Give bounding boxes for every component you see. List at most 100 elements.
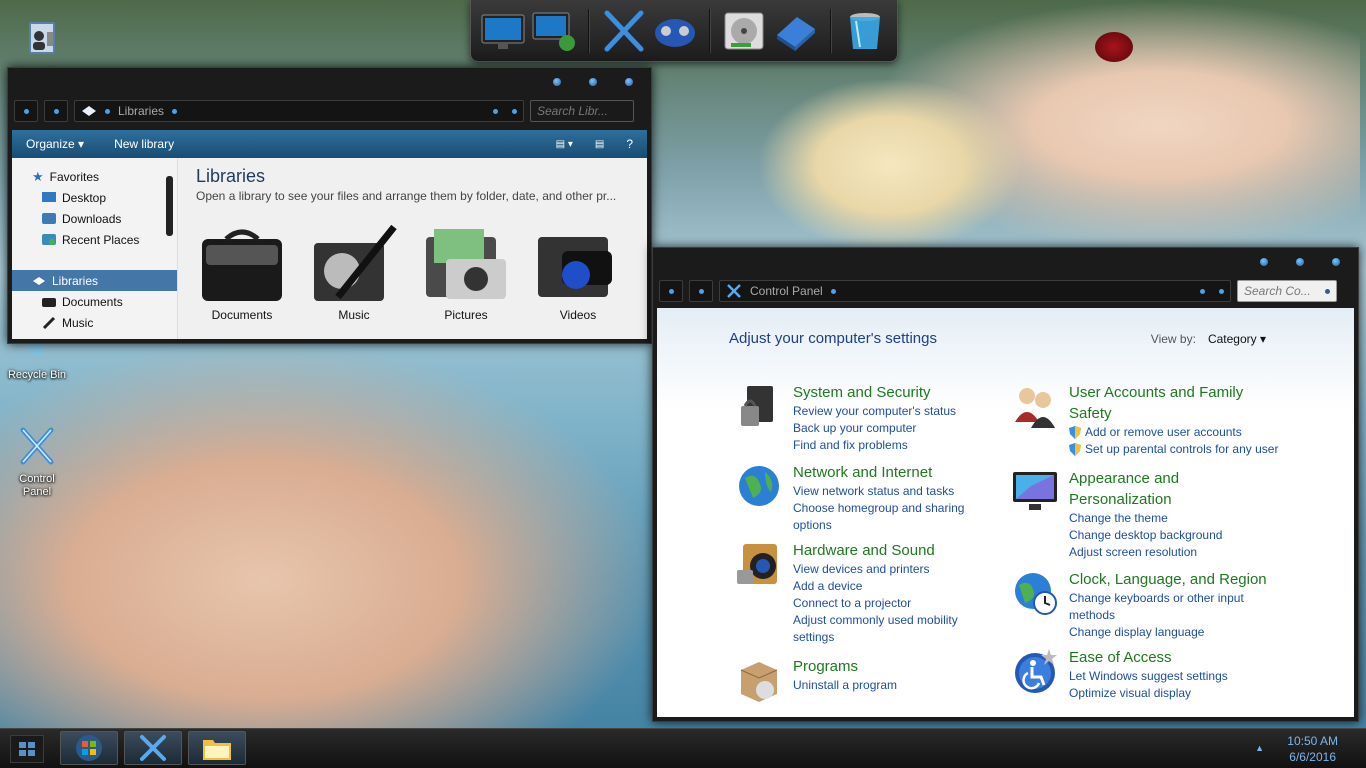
address-bar[interactable]: Control Panel xyxy=(719,280,1231,302)
link-change-theme[interactable]: Change the theme xyxy=(1069,510,1222,527)
nav-favorites[interactable]: ★ Favorites xyxy=(12,166,177,187)
close-button[interactable] xyxy=(621,74,637,90)
category-title[interactable]: System and Security xyxy=(793,382,956,403)
refresh-icon[interactable] xyxy=(1219,288,1224,294)
link-mobility[interactable]: Adjust commonly used mobility xyxy=(793,612,958,629)
link-homegroup-cont[interactable]: options xyxy=(793,517,964,534)
dock-separator xyxy=(829,8,832,53)
maximize-button[interactable] xyxy=(1292,254,1308,270)
history-dropdown-icon[interactable] xyxy=(493,108,498,114)
view-options-icon[interactable]: ▤ ▾ xyxy=(556,139,573,150)
nav-documents[interactable]: Documents xyxy=(12,291,177,312)
category-title[interactable]: User Accounts and Family Safety xyxy=(1069,382,1278,424)
link-uninstall[interactable]: Uninstall a program xyxy=(793,677,897,694)
search-input[interactable]: Search Co... xyxy=(1237,280,1337,302)
link-mobility-cont[interactable]: settings xyxy=(793,629,958,646)
address-bar[interactable]: Libraries xyxy=(74,100,524,122)
refresh-icon[interactable] xyxy=(512,108,517,114)
taskbar-start-orb[interactable] xyxy=(60,731,118,765)
search-placeholder: Search Co... xyxy=(1244,284,1311,298)
caption-buttons xyxy=(1256,254,1344,270)
dock-separator xyxy=(587,8,590,53)
desktop-icon-label: Control Panel xyxy=(19,473,55,498)
category-title[interactable]: Hardware and Sound xyxy=(793,540,958,561)
library-videos[interactable]: Videos xyxy=(532,221,624,322)
breadcrumb-arrow-icon[interactable] xyxy=(172,108,178,114)
link-add-device[interactable]: Add a device xyxy=(793,578,958,595)
taskbar-control-panel[interactable] xyxy=(124,731,182,765)
view-by-dropdown[interactable]: Category ▾ xyxy=(1208,332,1266,346)
link-homegroup[interactable]: Choose homegroup and sharing xyxy=(793,500,964,517)
link-fix-problems[interactable]: Find and fix problems xyxy=(793,437,956,454)
caption-buttons xyxy=(549,74,637,90)
organize-button[interactable]: Organize ▾ xyxy=(26,137,84,151)
link-desktop-background[interactable]: Change desktop background xyxy=(1069,527,1222,544)
category-title[interactable]: Programs xyxy=(793,656,897,677)
breadcrumb[interactable]: Libraries xyxy=(118,104,164,118)
link-review-status[interactable]: Review your computer's status xyxy=(793,403,956,420)
library-music[interactable]: Music xyxy=(308,221,400,322)
page-title: Libraries xyxy=(196,166,266,186)
library-documents[interactable]: Documents xyxy=(196,221,288,322)
category-title[interactable]: Ease of Access xyxy=(1069,647,1228,668)
breadcrumb[interactable]: Control Panel xyxy=(750,284,823,298)
back-button[interactable] xyxy=(14,100,38,122)
link-devices-printers[interactable]: View devices and printers xyxy=(793,561,958,578)
maximize-button[interactable] xyxy=(585,74,601,90)
history-dropdown-icon[interactable] xyxy=(1200,288,1205,294)
dock-gamepad[interactable] xyxy=(651,6,698,56)
category-user-accounts: User Accounts and Family Safety Add or r… xyxy=(1011,382,1278,458)
dock-computer[interactable] xyxy=(479,6,526,56)
link-change-keyboards-cont[interactable]: methods xyxy=(1069,607,1267,624)
search-icon[interactable] xyxy=(1325,288,1330,294)
nav-desktop[interactable]: Desktop xyxy=(12,187,177,208)
link-parental-controls[interactable]: Set up parental controls for any user xyxy=(1069,441,1278,458)
category-hardware-sound: Hardware and Sound View devices and prin… xyxy=(735,540,958,646)
breadcrumb-arrow-icon[interactable] xyxy=(830,288,836,294)
dock-network[interactable] xyxy=(530,6,577,56)
windows-logo-icon xyxy=(19,742,35,756)
link-screen-resolution[interactable]: Adjust screen resolution xyxy=(1069,544,1222,561)
link-projector[interactable]: Connect to a projector xyxy=(793,595,958,612)
help-button[interactable]: ? xyxy=(626,137,633,151)
back-button[interactable] xyxy=(659,280,683,302)
category-title[interactable]: Appearance and Personalization xyxy=(1069,468,1222,510)
preview-pane-icon[interactable]: ▤ xyxy=(595,139,604,150)
category-title[interactable]: Clock, Language, and Region xyxy=(1069,569,1267,590)
disk-icon xyxy=(724,12,764,49)
link-windows-suggest[interactable]: Let Windows suggest settings xyxy=(1069,668,1228,685)
minimize-button[interactable] xyxy=(1256,254,1272,270)
desktop-icon-control-panel[interactable]: Control Panel xyxy=(2,424,72,499)
show-desktop-button[interactable] xyxy=(10,735,44,763)
show-hidden-icons-button[interactable]: ▲ xyxy=(1255,743,1264,753)
dock-recycle-bin[interactable] xyxy=(842,6,889,56)
link-change-keyboards[interactable]: Change keyboards or other input xyxy=(1069,590,1267,607)
category-title[interactable]: Network and Internet xyxy=(793,462,964,483)
library-pictures[interactable]: Pictures xyxy=(420,221,512,322)
dock-disk[interactable] xyxy=(721,6,768,56)
dock-drive[interactable] xyxy=(772,6,819,56)
nav-libraries[interactable]: Libraries xyxy=(12,270,177,291)
link-optimize-display[interactable]: Optimize visual display xyxy=(1069,685,1228,702)
system-clock[interactable]: 10:50 AM 6/6/2016 xyxy=(1287,733,1338,765)
forward-button[interactable] xyxy=(44,100,68,122)
dock-tools[interactable] xyxy=(600,6,647,56)
forward-button[interactable] xyxy=(689,280,713,302)
link-add-remove-users[interactable]: Add or remove user accounts xyxy=(1069,424,1278,441)
shield-icon xyxy=(1069,426,1081,439)
nav-music[interactable]: Music xyxy=(12,312,177,333)
link-backup[interactable]: Back up your computer xyxy=(793,420,956,437)
nav-scrollbar[interactable] xyxy=(166,176,173,236)
link-display-language[interactable]: Change display language xyxy=(1069,624,1267,641)
minimize-button[interactable] xyxy=(549,74,565,90)
nav-recent-places[interactable]: Recent Places xyxy=(12,229,177,250)
computer-icon xyxy=(481,14,525,49)
new-library-button[interactable]: New library xyxy=(114,137,174,151)
taskbar: ▲ 10:50 AM 6/6/2016 xyxy=(0,728,1366,768)
taskbar-explorer[interactable] xyxy=(188,731,246,765)
search-input[interactable]: Search Libr... xyxy=(530,100,634,122)
close-button[interactable] xyxy=(1328,254,1344,270)
accessibility-icon xyxy=(1015,649,1057,693)
link-network-status[interactable]: View network status and tasks xyxy=(793,483,964,500)
nav-downloads[interactable]: Downloads xyxy=(12,208,177,229)
